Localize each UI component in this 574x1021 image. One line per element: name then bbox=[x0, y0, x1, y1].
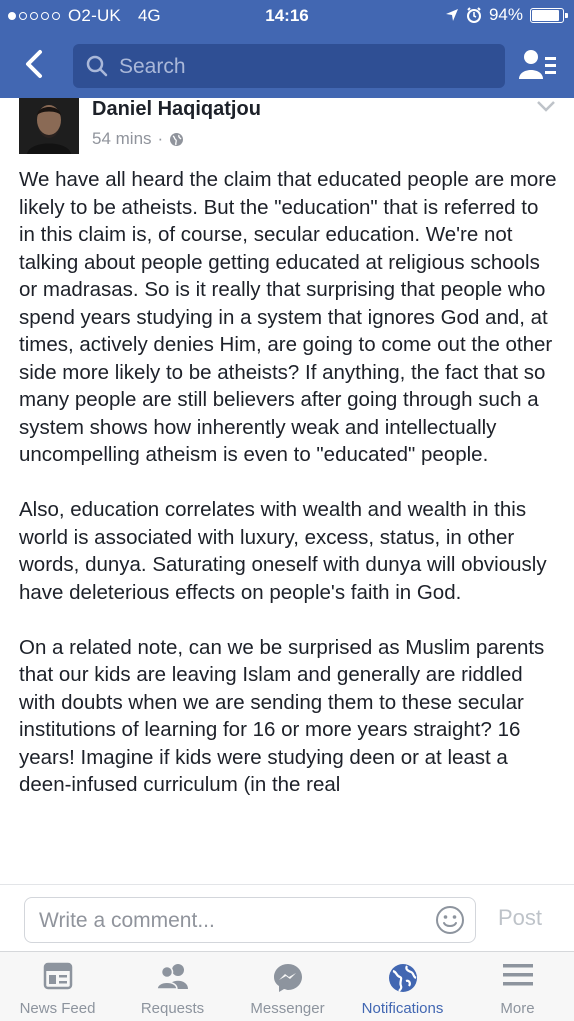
search-icon bbox=[86, 55, 108, 77]
status-right: 94% bbox=[445, 5, 568, 25]
friends-list-icon[interactable] bbox=[518, 48, 558, 82]
alarm-icon bbox=[466, 7, 481, 23]
comment-bar: Post bbox=[0, 884, 574, 951]
battery-level bbox=[532, 9, 559, 21]
post-paragraph: We have all heard the claim that educate… bbox=[19, 168, 557, 466]
tab-label: Requests bbox=[140, 1000, 205, 1017]
friend-requests-icon bbox=[155, 964, 188, 990]
author-name[interactable]: Daniel Haqiqatjou bbox=[92, 98, 261, 121]
top-header: O2-UK 4G 14:16 94% bbox=[0, 0, 574, 98]
post-meta: 54 mins · bbox=[92, 129, 184, 149]
news-feed-icon bbox=[43, 962, 72, 990]
messenger-icon bbox=[273, 964, 302, 992]
post-paragraph: Also, education correlates with wealth a… bbox=[19, 498, 547, 604]
post-time[interactable]: 54 mins bbox=[92, 129, 152, 149]
tab-bar: News Feed Requests Messenger Notificatio… bbox=[0, 951, 574, 1021]
meta-separator: · bbox=[157, 129, 164, 148]
post-text: We have all heard the claim that educate… bbox=[19, 166, 559, 882]
back-arrow-icon[interactable] bbox=[18, 46, 50, 82]
battery-icon bbox=[530, 7, 568, 23]
battery-percent: 94% bbox=[488, 5, 523, 24]
tab-label: More bbox=[500, 1000, 535, 1017]
post-header: Daniel Haqiqatjou 54 mins · bbox=[0, 98, 574, 158]
chevron-down-icon[interactable] bbox=[536, 100, 556, 112]
tab-requests[interactable]: Requests bbox=[115, 952, 230, 1021]
tab-label: News Feed bbox=[19, 1000, 96, 1017]
hamburger-icon bbox=[502, 964, 533, 986]
globe-icon bbox=[388, 964, 417, 992]
smiley-icon[interactable] bbox=[435, 905, 465, 935]
author-photo bbox=[19, 98, 79, 154]
comment-input[interactable] bbox=[37, 898, 421, 944]
tab-label: Messenger bbox=[250, 1000, 325, 1017]
search-box[interactable] bbox=[73, 44, 505, 90]
avatar[interactable] bbox=[19, 98, 79, 154]
tab-more[interactable]: More bbox=[460, 952, 574, 1021]
location-arrow-icon bbox=[445, 9, 458, 21]
post-paragraph: On a related note, can we be surprised a… bbox=[19, 635, 545, 797]
post-button[interactable]: Post bbox=[498, 905, 542, 931]
tab-label: Notifications bbox=[361, 1000, 444, 1017]
status-bar: O2-UK 4G 14:16 94% bbox=[0, 0, 574, 32]
tab-news-feed[interactable]: News Feed bbox=[0, 952, 115, 1021]
globe-privacy-icon bbox=[170, 132, 184, 146]
tab-messenger[interactable]: Messenger bbox=[230, 952, 345, 1021]
tab-notifications[interactable]: Notifications bbox=[345, 952, 460, 1021]
search-input[interactable] bbox=[117, 44, 491, 90]
comment-box[interactable] bbox=[24, 897, 476, 944]
nav-row bbox=[0, 42, 574, 90]
